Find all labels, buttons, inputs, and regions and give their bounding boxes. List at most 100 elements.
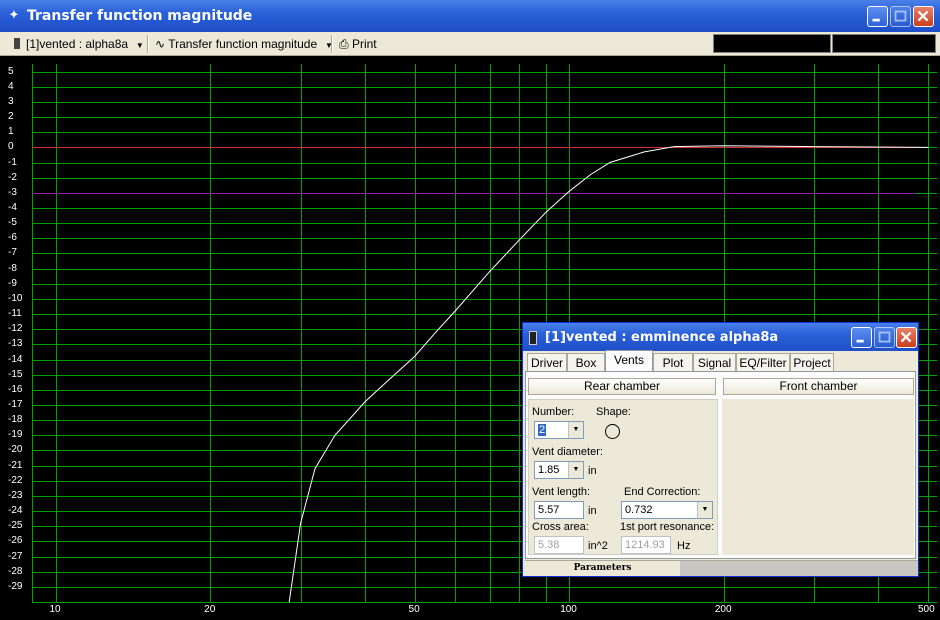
port-resonance-field: 1214.93 (621, 536, 671, 554)
project-icon (14, 38, 20, 49)
cross-area-value: 5.38 (538, 539, 560, 551)
y-tick-label: -19 (8, 429, 23, 441)
readout-box (713, 34, 831, 53)
y-tick-label: -23 (8, 489, 23, 501)
number-select[interactable]: 2 ▼ (534, 421, 584, 439)
vent-diameter-label: Vent diameter: (532, 446, 603, 458)
tab-label: Signal (697, 356, 732, 370)
print-label: Print (351, 37, 377, 51)
x-tick-label: 20 (204, 604, 216, 615)
y-tick-label: 0 (8, 141, 14, 153)
tab-label: EQ/Filter (739, 356, 787, 370)
y-tick-label: -15 (8, 368, 23, 380)
vent-diameter-select[interactable]: 1.85 ▼ (534, 461, 584, 479)
graph-selector[interactable]: ∿ Transfer function magnitude ▼ (155, 35, 333, 53)
end-correction-select[interactable]: 0.732 ▼ (621, 501, 713, 519)
vent-length-input[interactable]: 5.57 (534, 501, 584, 519)
chevron-down-icon[interactable]: ▼ (568, 422, 583, 438)
window-titlebar[interactable]: ✦ Transfer function magnitude (0, 0, 940, 32)
x-tick-label: 500 (918, 604, 935, 615)
y-tick-label: -18 (8, 414, 23, 426)
parameters-tab[interactable]: Parameters (525, 561, 680, 576)
dialog-minimize-button[interactable] (851, 327, 872, 348)
vent-diameter-unit: in (588, 465, 597, 477)
maximize-icon (878, 331, 891, 343)
y-tick-label: 5 (8, 65, 14, 77)
y-tick-label: -27 (8, 550, 23, 562)
dialog-app-icon (529, 331, 537, 345)
y-tick-label: -5 (8, 217, 17, 229)
rear-chamber-label: Rear chamber (583, 379, 661, 393)
y-tick-label: 3 (8, 95, 14, 107)
reference-lines (32, 147, 915, 194)
tab-label: Vents (613, 353, 645, 367)
y-tick-label: -3 (8, 186, 17, 198)
close-icon (917, 10, 929, 22)
print-button[interactable]: ⎙ Print (339, 35, 377, 53)
minimize-icon (872, 18, 880, 22)
vent-parameters-dialog[interactable]: [1]vented : emminence alpha8a Driver Box… (522, 322, 919, 577)
tab-label: Plot (662, 356, 684, 370)
tab-vents[interactable]: Vents (605, 350, 653, 372)
project-selector[interactable]: [1]vented : alpha8a ▼ (14, 35, 144, 53)
cross-area-unit: in^2 (588, 540, 608, 552)
circle-shape-icon[interactable] (605, 424, 620, 439)
dialog-title: [1]vented : emminence alpha8a (545, 330, 779, 345)
y-tick-label: 2 (8, 111, 14, 123)
cross-area-label: Cross area: (532, 521, 589, 533)
vent-length-label: Vent length: (532, 486, 591, 498)
maximize-button[interactable] (890, 6, 911, 27)
y-tick-label: -4 (8, 201, 17, 213)
y-tick-label: -7 (8, 247, 17, 259)
y-tick-label: -24 (8, 505, 23, 517)
x-tick-label: 100 (560, 604, 577, 615)
dialog-close-button[interactable] (896, 327, 917, 348)
project-selector-label: [1]vented : alpha8a (26, 37, 129, 51)
y-tick-label: -11 (8, 308, 22, 320)
cross-area-field: 5.38 (534, 536, 584, 554)
y-tick-label: -16 (8, 383, 23, 395)
chevron-down-icon[interactable]: ▼ (568, 462, 583, 478)
tab-signal[interactable]: Signal (693, 353, 736, 371)
tab-box[interactable]: Box (567, 353, 605, 371)
minimize-button[interactable] (867, 6, 888, 27)
front-chamber-button[interactable]: Front chamber (723, 378, 914, 395)
tab-driver[interactable]: Driver (527, 353, 567, 371)
y-tick-label: -10 (8, 292, 23, 304)
y-tick-label: -14 (8, 353, 23, 365)
y-tick-label: -2 (8, 171, 17, 183)
close-button[interactable] (913, 6, 934, 27)
wave-icon: ∿ (155, 37, 166, 51)
y-tick-label: -26 (8, 535, 23, 547)
y-tick-label: -25 (8, 520, 23, 532)
graph-selector-label: Transfer function magnitude (168, 37, 318, 51)
maximize-icon (894, 10, 907, 22)
dialog-titlebar[interactable]: [1]vented : emminence alpha8a (523, 323, 918, 351)
y-tick-label: -22 (8, 474, 23, 486)
y-tick-label: -12 (8, 323, 23, 335)
y-tick-label: -21 (8, 459, 23, 471)
y-tick-label: -6 (8, 232, 17, 244)
close-icon (900, 331, 912, 343)
port-resonance-value: 1214.93 (625, 539, 665, 551)
printer-icon: ⎙ (339, 37, 349, 51)
tab-label: Driver (531, 356, 563, 370)
dialog-maximize-button[interactable] (874, 327, 895, 348)
toolbar-separator (147, 35, 149, 53)
tab-label: Box (575, 356, 597, 370)
y-tick-label: 1 (8, 126, 14, 138)
y-tick-label: -8 (8, 262, 17, 274)
tab-plot[interactable]: Plot (653, 353, 693, 371)
y-tick-label: -9 (8, 277, 17, 289)
number-label: Number: (532, 406, 575, 418)
window-title: Transfer function magnitude (27, 8, 253, 24)
vent-length-value: 5.57 (538, 504, 560, 516)
port-resonance-unit: Hz (677, 540, 691, 552)
readout-box (832, 34, 936, 53)
tab-project[interactable]: Project (790, 353, 834, 371)
rear-chamber-button[interactable]: Rear chamber (528, 378, 716, 395)
chevron-down-icon[interactable]: ▼ (697, 502, 712, 518)
front-chamber-group (722, 399, 914, 555)
tab-eq-filter[interactable]: EQ/Filter (736, 353, 790, 371)
front-chamber-label: Front chamber (779, 379, 858, 393)
